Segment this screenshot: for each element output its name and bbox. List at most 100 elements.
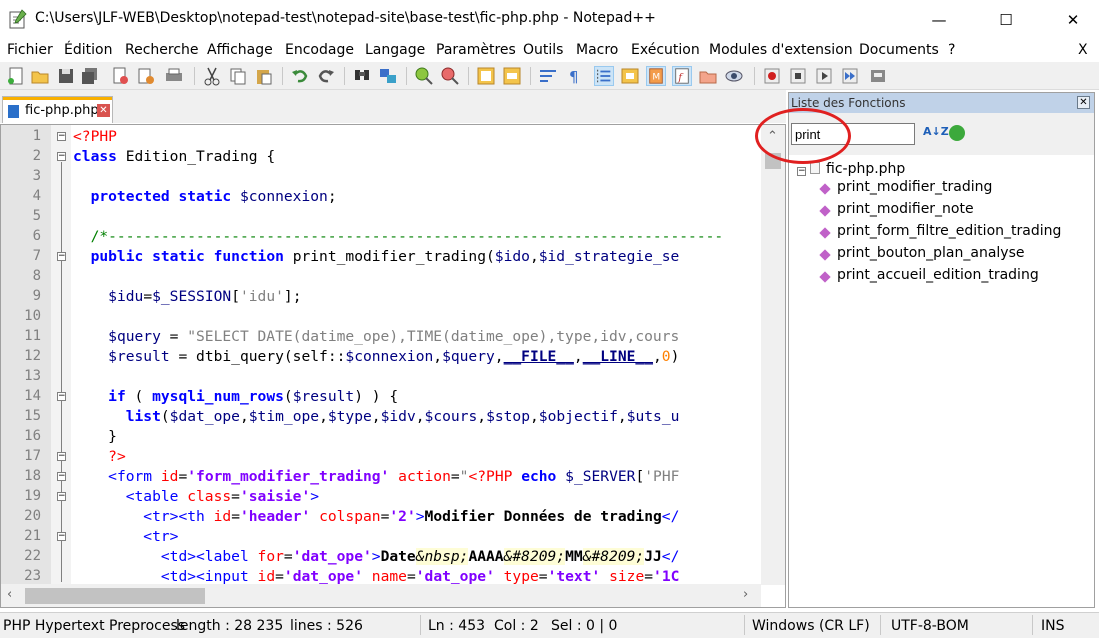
vertical-scrollbar[interactable]: ⌃ [761, 125, 785, 585]
status-insert-mode: INS [1041, 618, 1065, 634]
code-line: <tr> [143, 528, 179, 545]
doc-map-icon[interactable]: M [646, 66, 666, 86]
line-number: 15 [24, 408, 41, 424]
status-lines: lines : 526 [290, 618, 363, 634]
sort-icon[interactable]: A↓Z [923, 125, 949, 141]
function-item[interactable]: print_modifier_note [837, 201, 974, 217]
menu-macro[interactable]: Macro [576, 42, 618, 58]
new-file-icon[interactable] [6, 66, 26, 86]
fold-toggle-icon[interactable]: − [57, 452, 66, 461]
minimize-button[interactable]: — [916, 0, 962, 40]
run-macro-multiple-icon[interactable] [840, 66, 860, 86]
open-file-icon[interactable] [30, 66, 50, 86]
word-wrap-icon[interactable] [538, 66, 558, 86]
tab-fic-php[interactable]: fic-php.php ✕ [2, 96, 113, 123]
play-macro-icon[interactable] [814, 66, 834, 86]
function-icon [819, 183, 831, 195]
scroll-up-icon[interactable]: ⌃ [767, 129, 778, 144]
status-separator [744, 615, 745, 635]
indent-guide-icon[interactable] [594, 66, 614, 86]
status-bar: PHP Hypertext Preprocess length : 28 235… [0, 612, 1099, 638]
menu-langage[interactable]: Langage [365, 42, 425, 58]
menu-outils[interactable]: Outils [523, 42, 563, 58]
toolbar-separator [282, 67, 283, 85]
function-item[interactable]: print_bouton_plan_analyse [837, 245, 1025, 261]
function-item[interactable]: print_form_filtre_edition_trading [837, 223, 1061, 239]
function-search-input[interactable] [791, 123, 915, 145]
save-all-icon[interactable] [80, 66, 100, 86]
menu-help[interactable]: ? [948, 42, 955, 58]
fold-toggle-icon[interactable]: − [57, 252, 66, 261]
show-all-chars-icon[interactable]: ¶ [564, 66, 584, 86]
toolbar-separator [406, 67, 407, 85]
zoom-in-icon[interactable] [414, 66, 434, 86]
scroll-left-icon[interactable]: ‹ [7, 587, 12, 602]
tab-close-icon[interactable]: ✕ [97, 104, 110, 117]
find-icon[interactable] [352, 66, 372, 86]
function-list-icon[interactable]: f [672, 66, 692, 86]
save-icon[interactable] [56, 66, 76, 86]
file-icon [810, 162, 820, 174]
svg-text:M: M [652, 73, 660, 83]
stop-macro-icon[interactable] [788, 66, 808, 86]
close-icon: ✕ [1066, 11, 1080, 29]
menu-fichier[interactable]: Fichier [7, 42, 53, 58]
menu-execution[interactable]: Exécution [631, 42, 700, 58]
line-number: 11 [24, 328, 41, 344]
scroll-right-icon[interactable]: › [743, 587, 748, 602]
redo-icon[interactable] [316, 66, 336, 86]
tab-active-indicator [3, 97, 112, 100]
paste-icon[interactable] [254, 66, 274, 86]
fold-toggle-icon[interactable]: − [57, 152, 66, 161]
menu-recherche[interactable]: Recherche [125, 42, 199, 58]
fold-toggle-icon[interactable]: − [57, 492, 66, 501]
code-line: <table class='saisie'> [125, 488, 320, 505]
fold-toggle-icon[interactable]: − [57, 392, 66, 401]
menu-edition[interactable]: Édition [64, 42, 112, 58]
fold-toggle-icon[interactable]: − [57, 532, 66, 541]
close-document-button[interactable]: X [1078, 42, 1088, 58]
tree-collapse-icon[interactable]: − [797, 167, 806, 176]
sync-vertical-icon[interactable] [476, 66, 496, 86]
function-icon [819, 271, 831, 283]
horizontal-scrollbar[interactable]: ‹ › [1, 584, 761, 607]
function-icon [819, 205, 831, 217]
vertical-scroll-thumb[interactable] [765, 153, 781, 169]
undo-icon[interactable] [290, 66, 310, 86]
replace-icon[interactable] [378, 66, 398, 86]
close-file-icon[interactable] [110, 66, 130, 86]
close-window-button[interactable]: ✕ [1050, 0, 1096, 40]
monitoring-icon[interactable] [724, 66, 744, 86]
zoom-out-icon[interactable] [440, 66, 460, 86]
copy-icon[interactable] [228, 66, 248, 86]
print-icon[interactable] [164, 66, 184, 86]
menu-modules[interactable]: Modules d'extension [709, 42, 853, 58]
function-tree-root[interactable]: − fic-php.php [797, 161, 905, 177]
save-macro-icon[interactable] [868, 66, 888, 86]
reload-icon[interactable] [949, 125, 965, 141]
menu-parametres[interactable]: Paramètres [436, 42, 516, 58]
code-editor[interactable]: 1 2 3 4 5 6 7 8 9 10 11 12 13 14 15 16 1… [0, 124, 786, 608]
status-eol: Windows (CR LF) [752, 618, 870, 634]
function-search-row: A↓Z [789, 113, 1094, 155]
menu-documents[interactable]: Documents [859, 42, 939, 58]
minimize-icon: — [931, 11, 947, 29]
fold-toggle-icon[interactable]: − [57, 472, 66, 481]
function-item[interactable]: print_modifier_trading [837, 179, 992, 195]
function-item[interactable]: print_accueil_edition_trading [837, 267, 1039, 283]
menu-affichage[interactable]: Affichage [207, 42, 273, 58]
close-all-icon[interactable] [136, 66, 156, 86]
fold-toggle-icon[interactable]: − [57, 132, 66, 141]
line-number: 7 [32, 248, 41, 264]
panel-close-icon[interactable]: ✕ [1077, 96, 1090, 109]
folder-as-workspace-icon[interactable] [698, 66, 718, 86]
maximize-button[interactable]: ☐ [983, 0, 1029, 40]
cut-icon[interactable] [202, 66, 222, 86]
sync-horizontal-icon[interactable] [502, 66, 522, 86]
menu-encodage[interactable]: Encodage [285, 42, 354, 58]
toolbar-separator [468, 67, 469, 85]
record-macro-icon[interactable] [762, 66, 782, 86]
user-defined-lang-icon[interactable] [620, 66, 640, 86]
horizontal-scroll-thumb[interactable] [25, 588, 205, 604]
